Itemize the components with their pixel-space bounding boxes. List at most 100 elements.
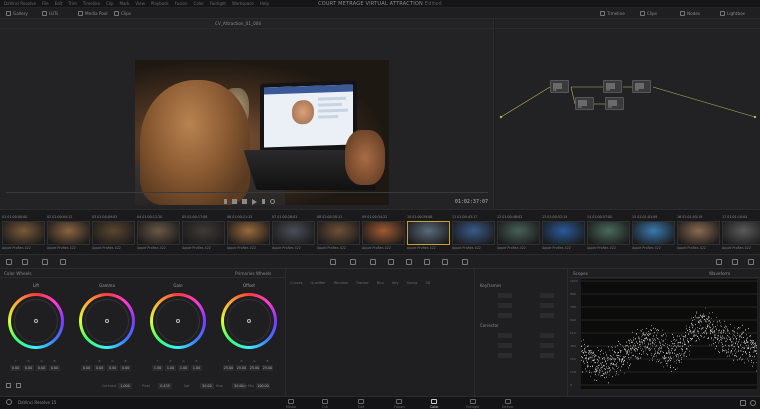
viewer-frame[interactable] [135, 60, 389, 205]
wheel-value-field[interactable]: 0.00 [49, 365, 60, 371]
color-wheel-lift[interactable] [8, 293, 64, 349]
tab-window[interactable]: Window [334, 281, 348, 285]
keyframe-field[interactable] [498, 333, 512, 338]
adjust-value-field[interactable]: 100.00 [256, 383, 270, 389]
adjust-value-field[interactable]: 50.00 [200, 383, 214, 389]
clip-thumbnail[interactable]: 08 01:00:30:11 Apple ProRes 422 [317, 215, 361, 253]
clip-thumbnail[interactable]: 15 01:01:01:09 Apple ProRes 422 [632, 215, 676, 253]
keyframe-field[interactable] [498, 343, 512, 348]
keyframe-field[interactable] [540, 353, 554, 358]
wheel-value-field[interactable]: 25.00 [223, 365, 234, 371]
keyframe-field[interactable] [540, 333, 554, 338]
rgb-mixer-icon[interactable] [60, 259, 66, 265]
clip-thumbnail[interactable]: 03 01:00:09:03 Apple ProRes 422 [92, 215, 136, 253]
keyframe-field[interactable] [540, 343, 554, 348]
wheel-value-field[interactable]: 0.00 [81, 365, 92, 371]
wheel-value-field[interactable]: 0.00 [94, 365, 105, 371]
skip-forward-icon[interactable] [262, 199, 265, 204]
color-wheel-offset[interactable] [221, 293, 277, 349]
qualifier-icon[interactable] [388, 259, 394, 265]
node-editor[interactable]: 01 02 03 04 05 [495, 19, 760, 209]
blur-icon[interactable] [462, 259, 468, 265]
keyframe-field[interactable] [540, 313, 554, 318]
magic-mask-icon[interactable] [442, 259, 448, 265]
tab-3d[interactable]: 3D [425, 281, 430, 285]
warper-icon[interactable] [370, 259, 376, 265]
toolbar-clips-button[interactable]: Clips [114, 10, 131, 17]
wheel-value-field[interactable]: 0.00 [36, 365, 47, 371]
color-wheel-gain[interactable] [150, 293, 206, 349]
adjust-value-field[interactable]: 1.000 [118, 383, 132, 389]
keyframe-field[interactable] [498, 313, 512, 318]
color-wheels-icon[interactable] [42, 259, 48, 265]
viewer-scrubber[interactable] [6, 192, 488, 193]
clip-thumbnail[interactable]: 11 01:00:43:17 Apple ProRes 422 [452, 215, 496, 253]
3d-icon[interactable] [748, 259, 754, 265]
window-icon[interactable] [406, 259, 412, 265]
rewind-icon[interactable] [232, 199, 237, 204]
key-icon[interactable] [716, 259, 722, 265]
curves-icon[interactable] [350, 259, 356, 265]
previous-page-icon[interactable] [16, 383, 21, 388]
tab-blur[interactable]: Blur [377, 281, 384, 285]
play-icon[interactable] [252, 199, 257, 205]
clip-thumbnail[interactable]: 09 01:00:34:22 Apple ProRes 422 [362, 215, 406, 253]
wheels-mode-select[interactable]: Primaries Wheels [235, 271, 271, 276]
auto-balance-icon[interactable] [6, 383, 11, 388]
toolbar-nodes-button[interactable]: Nodes [680, 10, 700, 17]
page-tab-color[interactable]: Color [430, 399, 439, 409]
wheel-value-field[interactable]: 1.00 [191, 365, 202, 371]
toolbar-lightbox-button[interactable]: Lightbox [720, 10, 745, 17]
wheel-value-field[interactable]: 0.00 [120, 365, 131, 371]
clip-thumbnail[interactable]: 06 01:00:21:15 Apple ProRes 422 [227, 215, 271, 253]
clip-thumbnail[interactable]: 14 01:00:57:00 Apple ProRes 422 [587, 215, 631, 253]
tab-tracker[interactable]: Tracker [356, 281, 369, 285]
keyframe-field[interactable] [498, 303, 512, 308]
toolbar-timeline-button[interactable]: Timeline [600, 10, 625, 17]
home-icon[interactable] [740, 400, 746, 406]
color-node-03[interactable]: 03 [603, 80, 622, 93]
wheel-value-field[interactable]: 25.00 [236, 365, 247, 371]
wheel-value-field[interactable]: 25.00 [249, 365, 260, 371]
page-tab-media[interactable]: Media [286, 399, 296, 409]
page-tab-fusion[interactable]: Fusion [394, 399, 405, 409]
color-match-icon[interactable] [22, 259, 28, 265]
wheel-center-handle[interactable] [34, 319, 38, 323]
wheel-center-handle[interactable] [105, 319, 109, 323]
clip-thumbnail[interactable]: 04 01:00:12:20 Apple ProRes 422 [137, 215, 181, 253]
clip-thumbnail[interactable]: 05 01:00:17:08 Apple ProRes 422 [182, 215, 226, 253]
keyframe-field[interactable] [498, 353, 512, 358]
wheel-value-field[interactable]: 1.00 [165, 365, 176, 371]
loop-icon[interactable] [270, 199, 275, 204]
clip-thumbnail[interactable]: 07 01:00:26:01 Apple ProRes 422 [272, 215, 316, 253]
toolbar-luts-button[interactable]: LUTs [42, 10, 58, 17]
tab-key[interactable]: Key [392, 281, 399, 285]
page-tab-fairlight[interactable]: Fairlight [466, 399, 479, 409]
keyframe-field[interactable] [540, 303, 554, 308]
stop-icon[interactable] [242, 199, 247, 204]
clip-thumbnail[interactable]: 02 01:00:04:12 Apple ProRes 422 [47, 215, 91, 253]
tracker-icon[interactable] [424, 259, 430, 265]
wheel-value-field[interactable]: 25.00 [262, 365, 273, 371]
settings-gear-icon[interactable] [750, 400, 756, 406]
camera-raw-icon[interactable] [6, 259, 12, 265]
page-tab-cut[interactable]: Cut [322, 399, 328, 409]
wheel-value-field[interactable]: 0.00 [10, 365, 21, 371]
wheel-value-field[interactable]: 1.00 [152, 365, 163, 371]
wheel-value-field[interactable]: 1.00 [178, 365, 189, 371]
wheel-center-handle[interactable] [247, 319, 251, 323]
clip-thumbnail[interactable]: 01 01:00:00:00 Apple ProRes 422 [2, 215, 46, 253]
wheel-value-field[interactable]: 0.00 [23, 365, 34, 371]
adjust-value-field[interactable]: 0.435 [158, 383, 172, 389]
clip-thumbnail[interactable]: 17 01:01:10:04 Apple ProRes 422 [722, 215, 760, 253]
wheel-value-field[interactable]: 0.00 [107, 365, 118, 371]
skip-back-icon[interactable] [224, 199, 227, 204]
wheel-center-handle[interactable] [176, 319, 180, 323]
scope-mode-select[interactable]: Waveform [709, 271, 730, 276]
color-node-04[interactable]: 04 [605, 97, 624, 110]
clip-thumbnail[interactable]: 10 01:00:39:06 Apple ProRes 422 [407, 215, 451, 253]
clip-thumbnail[interactable]: 16 01:01:05:19 Apple ProRes 422 [677, 215, 721, 253]
toolbar-media-pool-button[interactable]: Media Pool [78, 10, 108, 17]
toolbar-gallery-button[interactable]: Gallery [6, 10, 28, 17]
motion-effects-icon[interactable] [330, 259, 336, 265]
